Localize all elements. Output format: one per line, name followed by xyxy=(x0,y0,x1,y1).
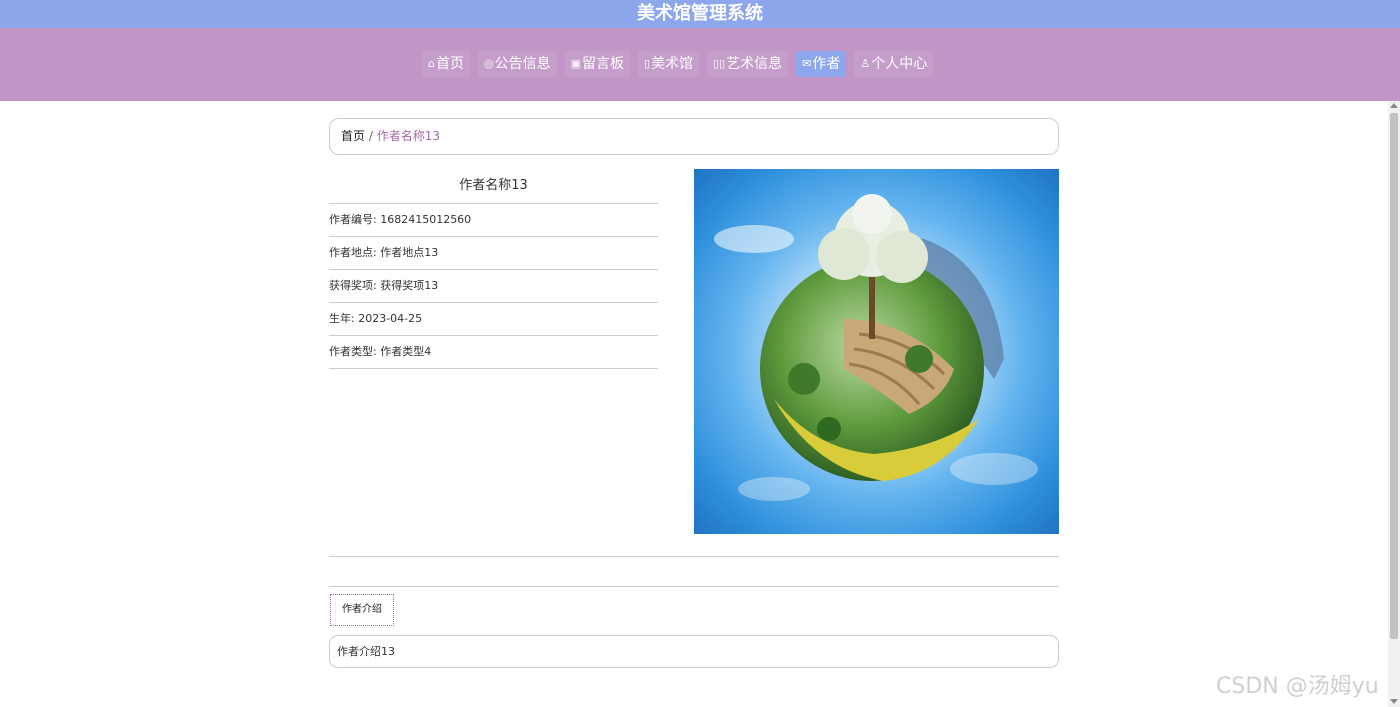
scroll-up-arrow-icon[interactable] xyxy=(1390,103,1398,108)
author-id-row: 作者编号: 1682415012560 xyxy=(329,204,658,237)
tabs-divider xyxy=(329,586,1059,587)
nav-item-label: 留言板 xyxy=(582,56,624,72)
nav-item-label: 个人中心 xyxy=(871,56,928,72)
top-header: 美术馆管理系统 xyxy=(0,0,1400,28)
author-icon: ✉ xyxy=(802,57,812,70)
author-type-row: 作者类型: 作者类型4 xyxy=(329,336,658,369)
message-board-icon: ▣ xyxy=(570,57,581,70)
nav-item-label: 艺术信息 xyxy=(726,56,783,72)
nav-item-label: 作者 xyxy=(812,56,841,72)
nav-item-label: 公告信息 xyxy=(494,56,551,72)
breadcrumb-separator: / xyxy=(368,129,373,143)
breadcrumb-home-link[interactable]: 首页 xyxy=(341,129,365,143)
author-location-row: 作者地点: 作者地点13 xyxy=(329,237,658,270)
home-icon: ⌂ xyxy=(428,57,435,70)
nav-item-art-info[interactable]: ▯▯ 艺术信息 xyxy=(707,51,789,77)
art-info-icon: ▯▯ xyxy=(713,57,726,70)
nav-item-label: 美术馆 xyxy=(651,56,694,72)
section-divider xyxy=(329,556,1059,557)
nav-item-label: 首页 xyxy=(435,56,464,72)
system-title: 美术馆管理系统 xyxy=(637,3,763,24)
watermark: CSDN @汤姆yu xyxy=(1216,674,1379,699)
nav-item-message-board[interactable]: ▣ 留言板 xyxy=(564,51,630,77)
scroll-down-arrow-icon[interactable] xyxy=(1390,699,1398,704)
nav-item-announcement[interactable]: ◎ 公告信息 xyxy=(477,51,557,77)
author-birth-year-row: 生年: 2023-04-25 xyxy=(329,303,658,336)
breadcrumb-current: 作者名称13 xyxy=(376,129,440,143)
author-intro-content: 作者介绍13 xyxy=(329,635,1059,668)
tab-author-intro[interactable]: 作者介绍 xyxy=(330,594,394,626)
gallery-icon: ▯ xyxy=(644,57,651,70)
author-photo xyxy=(694,169,1059,534)
scrollbar-thumb[interactable] xyxy=(1390,113,1398,639)
author-name-title: 作者名称13 xyxy=(329,170,658,204)
user-icon: ♙ xyxy=(860,57,871,70)
navigation-bar: ⌂ 首页 ◎ 公告信息 ▣ 留言板 ▯ 美术馆 ▯▯ 艺术信息 ✉ 作者 ♙ 个… xyxy=(0,28,1400,101)
nav-item-home[interactable]: ⌂ 首页 xyxy=(422,51,470,77)
nav-item-user-center[interactable]: ♙ 个人中心 xyxy=(854,51,934,77)
nav-item-author[interactable]: ✉ 作者 xyxy=(796,51,847,77)
author-awards-row: 获得奖项: 获得奖项13 xyxy=(329,270,658,303)
announcement-icon: ◎ xyxy=(483,57,494,70)
main-nav: ⌂ 首页 ◎ 公告信息 ▣ 留言板 ▯ 美术馆 ▯▯ 艺术信息 ✉ 作者 ♙ 个… xyxy=(422,51,934,77)
author-info-panel: 作者名称13 作者编号: 1682415012560 作者地点: 作者地点13 … xyxy=(329,170,658,369)
page-scrollbar[interactable] xyxy=(1388,101,1400,707)
nav-item-gallery[interactable]: ▯ 美术馆 xyxy=(638,51,700,77)
breadcrumb: 首页 / 作者名称13 xyxy=(329,118,1059,155)
